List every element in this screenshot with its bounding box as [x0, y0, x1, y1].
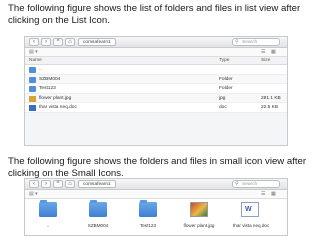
file-tile-label: .. — [46, 223, 50, 228]
file-name: Test123 — [39, 86, 56, 91]
file-size: 22.5 KB — [261, 105, 279, 110]
image-file-icon — [29, 95, 36, 102]
image-file-icon — [190, 202, 208, 217]
list-view-icon[interactable]: ☰ — [261, 50, 265, 55]
view-options-bar: ▤ ▾ ☰ ▦ — [25, 190, 287, 199]
up-button[interactable]: ^ — [53, 180, 63, 188]
search-icon: ⚲ — [235, 181, 239, 187]
folder-icon — [29, 86, 36, 92]
icon-view-caption: The following figure shows the folders a… — [8, 156, 307, 179]
search-placeholder: Search — [242, 40, 258, 45]
file-name: thar vista neq.doc — [39, 105, 77, 110]
search-input[interactable]: ⚲ Search — [232, 38, 280, 46]
column-header-type[interactable]: Type — [219, 57, 229, 65]
home-icon[interactable]: ⌂ — [65, 38, 75, 46]
home-icon[interactable]: ⌂ — [65, 180, 75, 188]
column-header-name[interactable]: Name — [29, 57, 42, 65]
grid-view-icon[interactable]: ▦ — [271, 50, 276, 55]
file-tile[interactable]: Test123 — [131, 200, 165, 228]
search-placeholder: Search — [242, 182, 258, 187]
forward-button[interactable]: › — [41, 38, 51, 46]
list-header: Name Type Size — [25, 57, 287, 65]
folder-icon — [139, 200, 157, 217]
file-list-row[interactable]: SZBM004 Folder — [25, 74, 287, 84]
folder-up-icon — [29, 67, 36, 73]
breadcrumb[interactable]: comsafearn1 — [78, 180, 116, 188]
file-name: .. — [39, 67, 42, 72]
folder-icon — [29, 76, 36, 83]
up-button[interactable]: ^ — [53, 38, 63, 46]
file-type: jpg — [219, 95, 226, 101]
file-tile[interactable]: flower plant.jpg — [182, 202, 216, 228]
toolbar: ‹ › ^ ⌂ comsafearn1 ⚲ Search — [25, 37, 287, 48]
column-header-size[interactable]: Size — [261, 57, 270, 65]
file-grid: .. SZBM004 Test123 flower plant.jpg thar vis… — [25, 199, 287, 235]
file-tile-label: thar vista neq.doc — [233, 223, 270, 228]
list-view-icon[interactable]: ☰ — [261, 192, 265, 197]
file-list-row[interactable]: flower plant.jpg jpg 281.1 KB — [25, 93, 287, 103]
file-browser-icon-view: ‹ › ^ ⌂ comsafearn1 ⚲ Search ▤ ▾ ☰ ▦ .. S… — [24, 178, 288, 236]
folder-icon — [89, 200, 107, 217]
file-name: SZBM004 — [39, 76, 61, 82]
file-name: flower plant.jpg — [39, 95, 72, 101]
grid-view-icon[interactable]: ▦ — [271, 192, 276, 197]
search-icon: ⚲ — [235, 39, 239, 45]
view-options-bar: ▤ ▾ ☰ ▦ — [25, 48, 287, 57]
file-browser-list-view: ‹ › ^ ⌂ comsafearn1 ⚲ Search ▤ ▾ ☰ ▦ Nam… — [24, 36, 288, 146]
file-list-row[interactable]: Test123 Folder — [25, 84, 287, 94]
file-list-row[interactable]: thar vista neq.doc doc 22.5 KB — [25, 103, 287, 113]
forward-button[interactable]: › — [41, 180, 51, 188]
folder-up-icon — [39, 200, 57, 217]
search-input[interactable]: ⚲ Search — [232, 180, 280, 188]
file-size: 281.1 KB — [261, 95, 281, 101]
file-list-row[interactable]: .. — [25, 65, 287, 75]
file-tile-label: flower plant.jpg — [183, 223, 215, 228]
breadcrumb[interactable]: comsafearn1 — [78, 38, 116, 46]
doc-file-icon — [241, 202, 259, 217]
back-button[interactable]: ‹ — [29, 180, 39, 188]
back-button[interactable]: ‹ — [29, 38, 39, 46]
file-tile[interactable]: thar vista neq.doc — [233, 202, 270, 228]
view-menu-icon[interactable]: ▤ ▾ — [29, 50, 38, 55]
file-tile[interactable]: .. — [31, 200, 65, 228]
file-list: .. SZBM004 Folder Test123 Folder flower plant… — [25, 65, 287, 113]
file-type: Folder — [219, 86, 233, 91]
file-tile[interactable]: SZBM004 — [81, 200, 115, 228]
list-view-caption: The following figure shows the list of f… — [8, 3, 301, 26]
file-type: doc — [219, 105, 227, 110]
file-tile-label: SZBM004 — [87, 223, 109, 228]
toolbar: ‹ › ^ ⌂ comsafearn1 ⚲ Search — [25, 179, 287, 190]
file-type: Folder — [219, 76, 233, 82]
doc-file-icon — [29, 105, 36, 111]
view-menu-icon[interactable]: ▤ ▾ — [29, 192, 38, 197]
file-tile-label: Test123 — [139, 223, 157, 228]
